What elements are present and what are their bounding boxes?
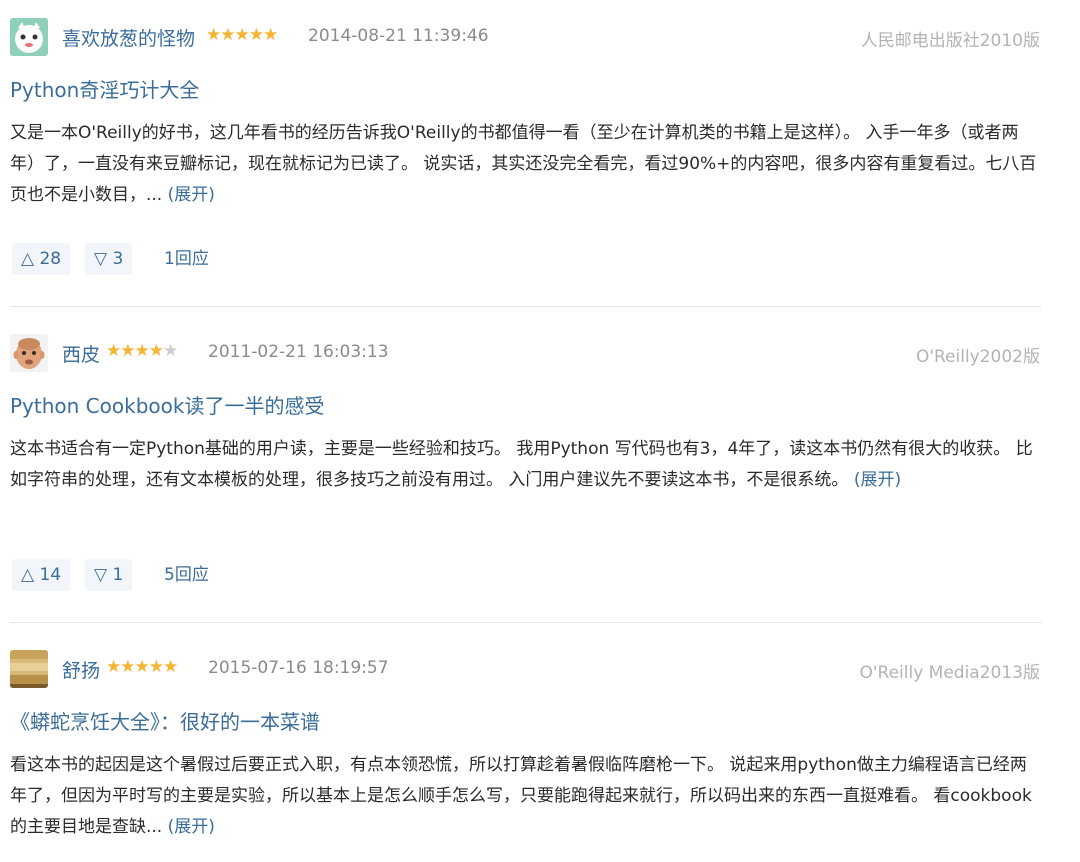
review-title[interactable]: 《蟒蛇烹饪大全》：很好的一本菜谱 xyxy=(10,706,320,735)
avatar[interactable] xyxy=(10,650,48,688)
downvote-button[interactable]: ▽ 3 xyxy=(85,243,133,275)
review-date: 2014-08-21 11:39:46 xyxy=(308,26,489,46)
review-header: 舒扬 ★★★★★ 2015-07-16 18:19:57 O'Reilly Me… xyxy=(10,650,1050,690)
upvote-button[interactable]: △ 14 xyxy=(12,559,71,591)
divider xyxy=(10,306,1042,307)
rating-star-empty: ★ xyxy=(162,341,178,361)
book-edition[interactable]: O'Reilly Media2013版 xyxy=(859,658,1040,683)
rating-star-filled: ★★★★★ xyxy=(206,25,278,45)
expand-link[interactable]: (展开) xyxy=(854,470,901,490)
review-body: 又是一本O'Reilly的好书，这几年看书的经历告诉我O'Reilly的书都值得… xyxy=(10,118,1040,211)
avatar[interactable] xyxy=(10,18,48,56)
rating-stars: ★★★★★ xyxy=(206,25,278,45)
review-body: 这本书适合有一定Python基础的用户读，主要是一些经验和技巧。 我用Pytho… xyxy=(10,434,1040,496)
author-name[interactable]: 西皮 xyxy=(62,340,100,367)
review-header: 西皮 ★★★★★ 2011-02-21 16:03:13 O'Reilly200… xyxy=(10,334,1050,374)
author-name[interactable]: 舒扬 xyxy=(62,656,100,683)
avatar[interactable] xyxy=(10,334,48,372)
review-body: 看这本书的起因是这个暑假过后要正式入职，有点本领恐慌，所以打算趁着暑假临阵磨枪一… xyxy=(10,750,1040,843)
rating-stars: ★★★★★ xyxy=(106,657,178,677)
review-date: 2011-02-21 16:03:13 xyxy=(208,342,389,362)
review-title[interactable]: Python奇淫巧计大全 xyxy=(10,74,199,103)
expand-link[interactable]: (展开) xyxy=(168,817,215,837)
downvote-button[interactable]: ▽ 1 xyxy=(85,559,133,591)
author-name[interactable]: 喜欢放葱的怪物 xyxy=(62,24,195,51)
divider xyxy=(10,622,1042,623)
review-text: 又是一本O'Reilly的好书，这几年看书的经历告诉我O'Reilly的书都值得… xyxy=(10,123,1037,205)
rating-star-filled: ★★★★ xyxy=(106,341,164,361)
reply-count-link[interactable]: 5回应 xyxy=(164,559,209,591)
review-title[interactable]: Python Cookbook读了一半的感受 xyxy=(10,390,324,419)
review-header: 喜欢放葱的怪物 ★★★★★ 2014-08-21 11:39:46 人民邮电出版… xyxy=(10,18,1050,58)
reply-count-link[interactable]: 1回应 xyxy=(164,243,209,275)
book-edition[interactable]: O'Reilly2002版 xyxy=(916,342,1040,367)
rating-stars: ★★★★★ xyxy=(106,341,178,361)
review-date: 2015-07-16 18:19:57 xyxy=(208,658,389,678)
review-text: 看这本书的起因是这个暑假过后要正式入职，有点本领恐慌，所以打算趁着暑假临阵磨枪一… xyxy=(10,755,1032,837)
expand-link[interactable]: (展开) xyxy=(168,185,215,205)
rating-star-filled: ★★★★★ xyxy=(106,657,178,677)
upvote-button[interactable]: △ 28 xyxy=(12,243,71,275)
book-edition[interactable]: 人民邮电出版社2010版 xyxy=(861,26,1040,51)
